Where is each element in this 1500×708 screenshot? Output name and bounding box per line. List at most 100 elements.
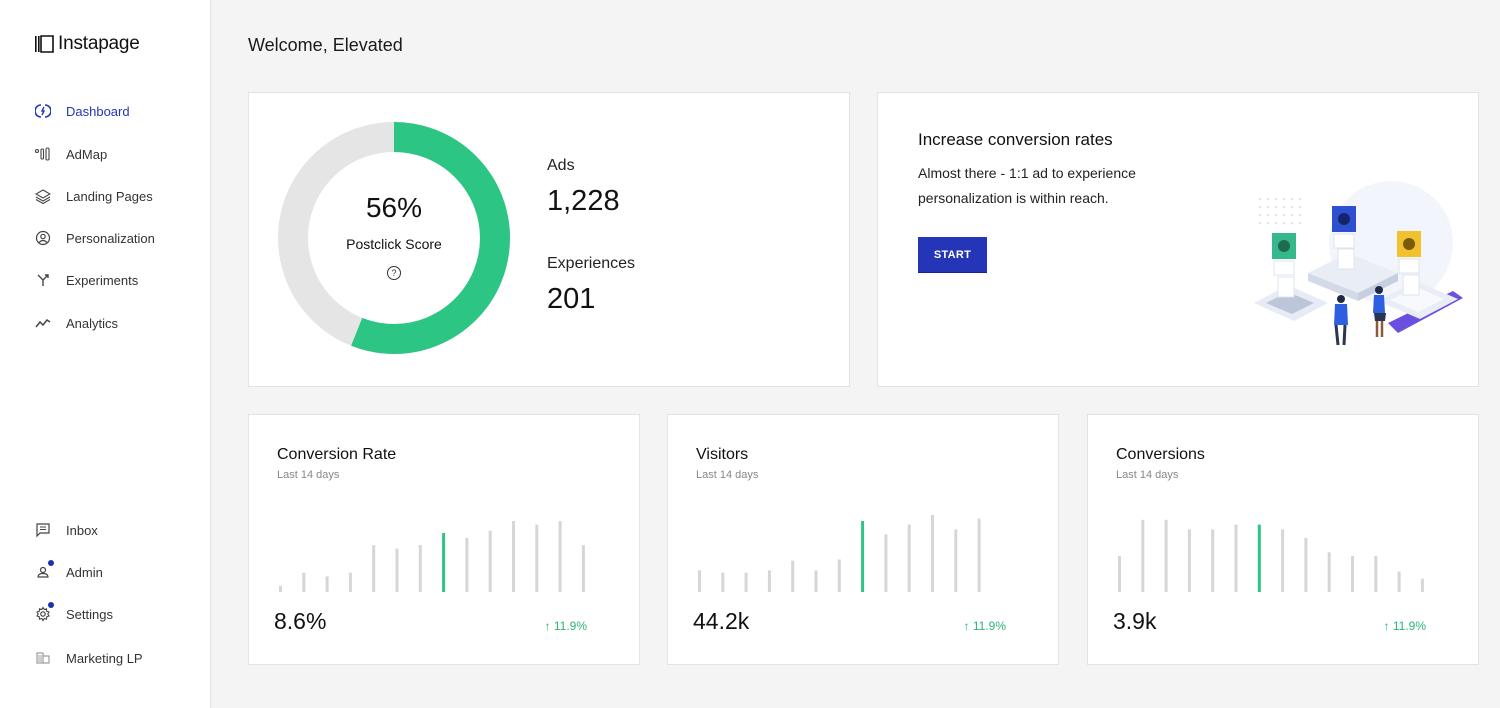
bar <box>418 545 422 592</box>
user-circle-icon <box>34 229 52 247</box>
metric-subtitle: Last 14 days <box>1116 469 1179 481</box>
dashboard-icon <box>34 102 52 120</box>
inbox-icon <box>34 521 52 539</box>
sidebar-item-dashboard[interactable]: Dashboard <box>34 101 130 121</box>
bar <box>302 572 306 592</box>
conversion-rate-bar-chart <box>279 521 585 592</box>
bar <box>1374 555 1378 592</box>
instapage-logo-icon <box>35 35 54 53</box>
metric-value: 44.2k <box>693 608 750 634</box>
bar <box>1164 519 1168 592</box>
sidebar-item-settings[interactable]: Settings <box>34 602 113 624</box>
bar <box>1141 519 1145 592</box>
sidebar-item-personalization[interactable]: Personalization <box>34 228 155 248</box>
bar <box>977 518 981 592</box>
ads-label: Ads <box>547 157 575 174</box>
metric-title: Conversions <box>1116 446 1205 463</box>
bar <box>488 530 492 592</box>
sidebar-item-label: Marketing LP <box>66 650 143 666</box>
sidebar-item-admin[interactable]: Admin <box>34 560 103 582</box>
bar <box>791 560 795 592</box>
bar <box>535 524 539 592</box>
metric-title: Visitors <box>696 446 749 463</box>
bar <box>954 529 958 592</box>
metric-title: Conversion Rate <box>277 446 397 463</box>
sidebar-item-label: Personalization <box>66 230 155 246</box>
metric-value: 3.9k <box>1113 608 1157 634</box>
trend-icon <box>34 314 52 332</box>
sidebar-item-landing-pages[interactable]: Landing Pages <box>34 186 153 206</box>
conversion-rate-card: Conversion Rate Last 14 days 8.6% ↑ 11.9… <box>248 414 640 665</box>
metric-value: 8.6% <box>274 608 327 634</box>
help-icon[interactable]: ? <box>387 266 401 280</box>
notification-dot <box>48 560 54 566</box>
logo-text: Instapage <box>58 33 140 54</box>
notification-dot <box>48 602 54 608</box>
sidebar-item-marketing-lp[interactable]: Marketing LP <box>34 648 143 668</box>
visitors-bar-chart <box>698 515 981 592</box>
visitors-card: Visitors Last 14 days 44.2k ↑ 11.9% <box>667 414 1059 665</box>
sidebar-item-label: Settings <box>66 606 113 622</box>
bar <box>1397 571 1401 592</box>
sidebar: Instapage Dashboard AdMap Landing Pages … <box>0 0 211 708</box>
promo-title: Increase conversion rates <box>918 130 1113 149</box>
sidebar-item-experiments[interactable]: Experiments <box>34 270 138 290</box>
conversions-card: Conversions Last 14 days 3.9k ↑ 11.9% <box>1087 414 1479 665</box>
page-title: Welcome, Elevated <box>248 35 403 55</box>
ads-value: 1,228 <box>547 185 620 217</box>
sidebar-item-analytics[interactable]: Analytics <box>34 313 118 333</box>
layers-icon <box>34 187 52 205</box>
bar <box>348 572 352 592</box>
bar <box>1234 524 1238 592</box>
bar <box>1304 537 1308 592</box>
sidebar-item-inbox[interactable]: Inbox <box>34 520 98 540</box>
sidebar-item-label: Inbox <box>66 522 98 538</box>
bar-highlight <box>1257 524 1261 592</box>
metric-delta: ↑ 11.9% <box>1383 619 1426 633</box>
bar <box>1351 555 1354 592</box>
metric-subtitle: Last 14 days <box>696 469 759 481</box>
bar <box>1211 529 1215 592</box>
sidebar-item-label: Landing Pages <box>66 188 153 204</box>
admap-icon <box>34 145 52 163</box>
bar <box>325 576 329 592</box>
bar <box>837 559 841 592</box>
score-label: Postclick Score <box>346 236 442 252</box>
bar <box>1327 552 1331 592</box>
bar <box>395 548 399 592</box>
bar <box>767 570 771 592</box>
bar <box>884 534 888 592</box>
user-icon <box>34 560 54 581</box>
bar <box>1118 555 1121 592</box>
sidebar-item-label: Analytics <box>66 315 119 331</box>
bar <box>279 585 282 592</box>
sidebar-item-admap[interactable]: AdMap <box>34 144 107 164</box>
metric-delta: ↑ 11.9% <box>963 619 1006 633</box>
sidebar-item-label: AdMap <box>66 146 108 162</box>
gear-icon <box>34 602 54 623</box>
bar <box>1281 529 1285 592</box>
bar-highlight <box>442 533 446 592</box>
personalization-illustration <box>1254 181 1463 346</box>
split-icon <box>34 271 52 289</box>
bar <box>1420 578 1424 592</box>
bar <box>698 570 701 592</box>
logo[interactable]: Instapage <box>34 33 140 55</box>
bar <box>931 515 934 592</box>
bar <box>907 524 911 592</box>
sidebar-item-label: Dashboard <box>66 103 130 119</box>
bar <box>465 537 469 592</box>
bar <box>372 545 376 592</box>
sidebar-item-label: Experiments <box>66 272 139 288</box>
start-button[interactable]: START <box>918 237 987 273</box>
donut-center: 56% Postclick Score ? <box>277 121 511 355</box>
bar <box>814 570 818 592</box>
bar <box>581 545 585 592</box>
sidebar-item-label: Admin <box>66 564 103 580</box>
promo-text: Almost there - 1:1 ad to experience pers… <box>918 165 1136 206</box>
promo-card: Increase conversion rates Almost there -… <box>877 92 1479 387</box>
bar <box>558 521 562 592</box>
bar-highlight <box>861 521 865 592</box>
bar <box>744 572 748 592</box>
conversions-bar-chart <box>1118 519 1424 592</box>
